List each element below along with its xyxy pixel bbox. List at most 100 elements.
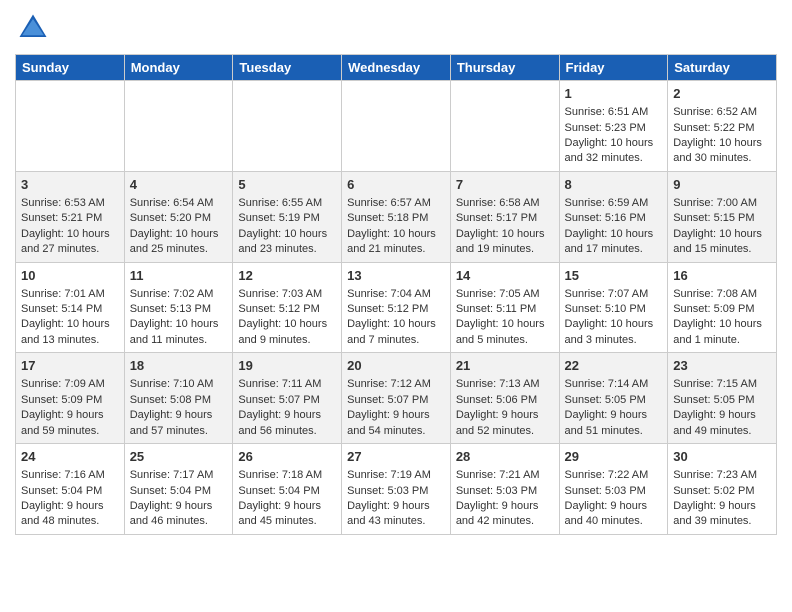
day-info: Sunrise: 6:51 AMSunset: 5:23 PMDaylight:…: [565, 105, 663, 167]
day-number: 12: [238, 267, 336, 285]
calendar-cell: 21Sunrise: 7:13 AMSunset: 5:06 PMDayligh…: [450, 353, 559, 444]
day-number: 30: [673, 448, 771, 466]
calendar-cell: 27Sunrise: 7:19 AMSunset: 5:03 PMDayligh…: [342, 444, 451, 535]
day-info: Sunrise: 7:02 AMSunset: 5:13 PMDaylight:…: [130, 287, 228, 349]
day-number: 29: [565, 448, 663, 466]
calendar-cell: 22 Sunrise: 7:14 AMSunset: 5:05 PMDayligh…: [559, 353, 668, 444]
day-info: Sunrise: 7:08 AMSunset: 5:09 PMDaylight:…: [673, 287, 771, 349]
calendar-cell: 18Sunrise: 7:10 AMSunset: 5:08 PMDayligh…: [124, 353, 233, 444]
day-number: 22: [565, 357, 663, 375]
calendar-cell: 14 Sunrise: 7:05 AMSunset: 5:11 PMDayligh…: [450, 262, 559, 353]
day-number: 25: [130, 448, 228, 466]
calendar-cell: 4Sunrise: 6:54 AMSunset: 5:20 PMDaylight…: [124, 171, 233, 262]
calendar-cell: 5 Sunrise: 6:55 AMSunset: 5:19 PMDaylight…: [233, 171, 342, 262]
calendar-week-0: 1 Sunrise: 6:51 AMSunset: 5:23 PMDaylight…: [16, 81, 777, 172]
logo: [15, 10, 55, 46]
day-number: 20: [347, 357, 445, 375]
calendar-cell: 2Sunrise: 6:52 AMSunset: 5:22 PMDaylight…: [668, 81, 777, 172]
day-info: Sunrise: 7:14 AMSunset: 5:05 PMDaylight:…: [565, 377, 663, 439]
calendar-cell: [233, 81, 342, 172]
day-info: Sunrise: 6:58 AMSunset: 5:17 PMDaylight:…: [456, 196, 554, 258]
calendar-cell: 29 Sunrise: 7:22 AMSunset: 5:03 PMDayligh…: [559, 444, 668, 535]
calendar-header-wednesday: Wednesday: [342, 55, 451, 81]
day-info: Sunrise: 7:09 AMSunset: 5:09 PMDaylight:…: [21, 377, 119, 439]
calendar-cell: 17 Sunrise: 7:09 AMSunset: 5:09 PMDayligh…: [16, 353, 125, 444]
day-number: 28: [456, 448, 554, 466]
calendar-cell: 16Sunrise: 7:08 AMSunset: 5:09 PMDayligh…: [668, 262, 777, 353]
calendar-cell: [16, 81, 125, 172]
calendar-header-saturday: Saturday: [668, 55, 777, 81]
page: SundayMondayTuesdayWednesdayThursdayFrid…: [0, 0, 792, 545]
calendar-cell: 26Sunrise: 7:18 AMSunset: 5:04 PMDayligh…: [233, 444, 342, 535]
day-info: Sunrise: 7:13 AMSunset: 5:06 PMDaylight:…: [456, 377, 554, 439]
calendar-header-tuesday: Tuesday: [233, 55, 342, 81]
day-number: 17: [21, 357, 119, 375]
calendar-cell: 24 Sunrise: 7:16 AMSunset: 5:04 PMDayligh…: [16, 444, 125, 535]
day-number: 14: [456, 267, 554, 285]
day-info: Sunrise: 6:55 AMSunset: 5:19 PMDaylight:…: [238, 196, 336, 258]
day-info: Sunrise: 6:59 AMSunset: 5:16 PMDaylight:…: [565, 196, 663, 258]
calendar-cell: 3Sunrise: 6:53 AMSunset: 5:21 PMDaylight…: [16, 171, 125, 262]
calendar-cell: 7 Sunrise: 6:58 AMSunset: 5:17 PMDaylight…: [450, 171, 559, 262]
day-info: Sunrise: 7:23 AMSunset: 5:02 PMDaylight:…: [673, 468, 771, 530]
day-info: Sunrise: 7:16 AMSunset: 5:04 PMDaylight:…: [21, 468, 119, 530]
calendar-cell: 6 Sunrise: 6:57 AMSunset: 5:18 PMDaylight…: [342, 171, 451, 262]
calendar-cell: [124, 81, 233, 172]
day-number: 19: [238, 357, 336, 375]
day-number: 11: [130, 267, 228, 285]
day-info: Sunrise: 7:01 AMSunset: 5:14 PMDaylight:…: [21, 287, 119, 349]
day-info: Sunrise: 7:07 AMSunset: 5:10 PMDaylight:…: [565, 287, 663, 349]
day-info: Sunrise: 7:19 AMSunset: 5:03 PMDaylight:…: [347, 468, 445, 530]
day-info: Sunrise: 7:11 AMSunset: 5:07 PMDaylight:…: [238, 377, 336, 439]
calendar-cell: 30 Sunrise: 7:23 AMSunset: 5:02 PMDayligh…: [668, 444, 777, 535]
day-number: 13: [347, 267, 445, 285]
day-info: Sunrise: 7:21 AMSunset: 5:03 PMDaylight:…: [456, 468, 554, 530]
day-info: Sunrise: 7:17 AMSunset: 5:04 PMDaylight:…: [130, 468, 228, 530]
calendar-cell: 19 Sunrise: 7:11 AMSunset: 5:07 PMDayligh…: [233, 353, 342, 444]
calendar-cell: 10 Sunrise: 7:01 AMSunset: 5:14 PMDayligh…: [16, 262, 125, 353]
day-number: 9: [673, 176, 771, 194]
day-number: 24: [21, 448, 119, 466]
calendar-cell: [342, 81, 451, 172]
calendar-cell: 20 Sunrise: 7:12 AMSunset: 5:07 PMDayligh…: [342, 353, 451, 444]
day-info: Sunrise: 6:52 AMSunset: 5:22 PMDaylight:…: [673, 105, 771, 167]
calendar-week-2: 10 Sunrise: 7:01 AMSunset: 5:14 PMDayligh…: [16, 262, 777, 353]
day-info: Sunrise: 7:00 AMSunset: 5:15 PMDaylight:…: [673, 196, 771, 258]
calendar-cell: 28 Sunrise: 7:21 AMSunset: 5:03 PMDayligh…: [450, 444, 559, 535]
day-info: Sunrise: 7:15 AMSunset: 5:05 PMDaylight:…: [673, 377, 771, 439]
day-number: 8: [565, 176, 663, 194]
calendar-cell: 12 Sunrise: 7:03 AMSunset: 5:12 PMDayligh…: [233, 262, 342, 353]
calendar-week-3: 17 Sunrise: 7:09 AMSunset: 5:09 PMDayligh…: [16, 353, 777, 444]
day-number: 1: [565, 85, 663, 103]
day-info: Sunrise: 7:12 AMSunset: 5:07 PMDaylight:…: [347, 377, 445, 439]
day-number: 7: [456, 176, 554, 194]
calendar-cell: 8 Sunrise: 6:59 AMSunset: 5:16 PMDaylight…: [559, 171, 668, 262]
calendar-header-monday: Monday: [124, 55, 233, 81]
calendar-cell: 1 Sunrise: 6:51 AMSunset: 5:23 PMDaylight…: [559, 81, 668, 172]
calendar-cell: 23 Sunrise: 7:15 AMSunset: 5:05 PMDayligh…: [668, 353, 777, 444]
calendar-header-thursday: Thursday: [450, 55, 559, 81]
logo-icon: [15, 10, 51, 46]
day-info: Sunrise: 7:22 AMSunset: 5:03 PMDaylight:…: [565, 468, 663, 530]
day-number: 5: [238, 176, 336, 194]
day-info: Sunrise: 7:03 AMSunset: 5:12 PMDaylight:…: [238, 287, 336, 349]
calendar-header-sunday: Sunday: [16, 55, 125, 81]
day-number: 10: [21, 267, 119, 285]
calendar-week-1: 3Sunrise: 6:53 AMSunset: 5:21 PMDaylight…: [16, 171, 777, 262]
day-info: Sunrise: 6:57 AMSunset: 5:18 PMDaylight:…: [347, 196, 445, 258]
day-info: Sunrise: 7:05 AMSunset: 5:11 PMDaylight:…: [456, 287, 554, 349]
calendar: SundayMondayTuesdayWednesdayThursdayFrid…: [15, 54, 777, 535]
day-info: Sunrise: 7:18 AMSunset: 5:04 PMDaylight:…: [238, 468, 336, 530]
header: [15, 10, 777, 46]
calendar-cell: [450, 81, 559, 172]
calendar-week-4: 24 Sunrise: 7:16 AMSunset: 5:04 PMDayligh…: [16, 444, 777, 535]
calendar-header-row: SundayMondayTuesdayWednesdayThursdayFrid…: [16, 55, 777, 81]
day-number: 18: [130, 357, 228, 375]
day-info: Sunrise: 6:53 AMSunset: 5:21 PMDaylight:…: [21, 196, 119, 258]
calendar-cell: 9 Sunrise: 7:00 AMSunset: 5:15 PMDaylight…: [668, 171, 777, 262]
calendar-header-friday: Friday: [559, 55, 668, 81]
day-number: 6: [347, 176, 445, 194]
day-number: 23: [673, 357, 771, 375]
calendar-cell: 13 Sunrise: 7:04 AMSunset: 5:12 PMDayligh…: [342, 262, 451, 353]
day-info: Sunrise: 7:04 AMSunset: 5:12 PMDaylight:…: [347, 287, 445, 349]
